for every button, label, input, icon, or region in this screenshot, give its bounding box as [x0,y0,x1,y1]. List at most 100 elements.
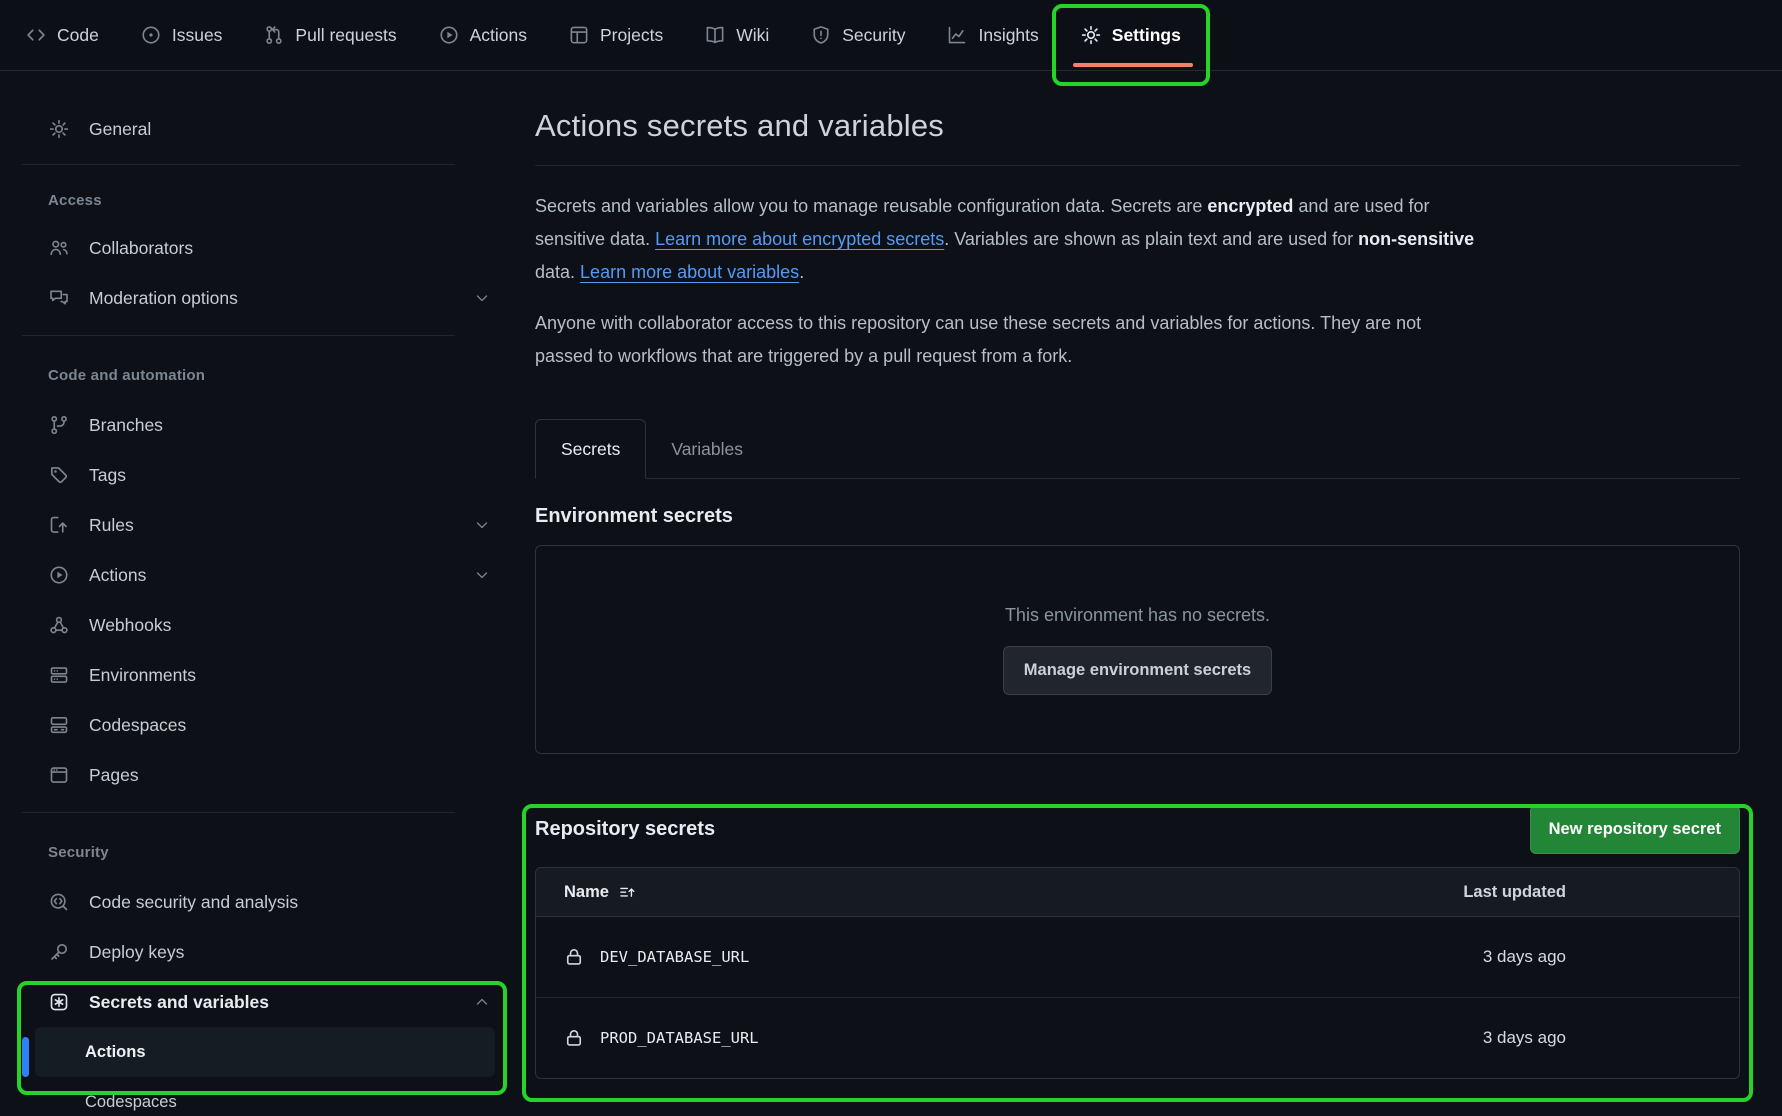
intro-bold-encrypted: encrypted [1207,196,1293,216]
nav-tab-security[interactable]: Security [790,0,926,70]
lock-icon [564,1028,584,1048]
intro-paragraph: Secrets and variables allow you to manag… [535,190,1740,289]
nav-tab-issues[interactable]: Issues [120,0,244,70]
sidebar-item-label: Webhooks [89,615,171,636]
sidebar-item-general[interactable]: General [0,104,510,154]
paragraph-text: passed to workflows that are triggered b… [535,346,1072,366]
tag-icon [48,465,70,485]
column-header-name[interactable]: Name [564,883,1406,902]
empty-state-message: This environment has no secrets. [1005,605,1270,626]
gear-icon [48,119,70,139]
manage-environment-secrets-button[interactable]: Manage environment secrets [1003,646,1272,695]
sidebar-item-label: Environments [89,665,196,686]
row-actions [1566,1028,1739,1049]
divider [22,812,455,813]
intro-text: and are used for [1293,196,1429,216]
intro-text: . [799,262,804,282]
nav-tab-pull-requests[interactable]: Pull requests [243,0,417,70]
nav-tab-label: Insights [978,25,1038,46]
sidebar-subitem-codespaces[interactable]: Codespaces [35,1077,495,1116]
sidebar-item-rules[interactable]: Rules [0,500,510,550]
gear-icon [1081,25,1101,45]
link-variables[interactable]: Learn more about variables [580,262,799,282]
nav-tab-label: Code [57,25,99,46]
chevron-up-icon [474,994,490,1010]
sidebar-section-security: Security [0,832,510,872]
nav-tab-projects[interactable]: Projects [548,0,684,70]
sidebar-item-tags[interactable]: Tags [0,450,510,500]
sidebar-item-collaborators[interactable]: Collaborators [0,223,510,273]
sidebar-item-label: Branches [89,415,163,436]
divider [22,335,455,336]
sidebar-item-label: Actions [85,1043,146,1062]
tab-variables[interactable]: Variables [646,420,768,478]
webhook-icon [48,615,70,635]
tab-secrets[interactable]: Secrets [535,419,646,479]
environment-secrets-heading: Environment secrets [535,505,1740,528]
delete-secret-button[interactable] [1678,1028,1699,1049]
sidebar-item-environments[interactable]: Environments [0,650,510,700]
nav-tab-label: Security [842,25,905,46]
sidebar-item-label: Codespaces [89,715,186,736]
sidebar-subitem-actions[interactable]: Actions [35,1027,495,1077]
codespaces-icon [48,715,70,735]
sidebar-item-moderation-options[interactable]: Moderation options [0,273,510,323]
sidebar-item-label: Rules [89,515,134,536]
sidebar-item-label: Secrets and variables [89,992,269,1013]
link-encrypted-secrets[interactable]: Learn more about encrypted secrets [655,229,944,249]
secret-name-cell: PROD_DATABASE_URL [564,1028,1406,1048]
settings-sidebar: General Access Collaborators Moderation … [0,70,510,1116]
repository-secrets-header: Repository secrets New repository secret [535,805,1740,854]
secret-name: PROD_DATABASE_URL [600,1029,759,1047]
delete-secret-button[interactable] [1678,947,1699,968]
sidebar-item-label: Tags [89,465,126,486]
table-header-row: Name Last updated [536,868,1739,917]
code-icon [26,25,46,45]
edit-secret-button[interactable] [1621,1028,1642,1049]
sidebar-item-deploy-keys[interactable]: Deploy keys [0,927,510,977]
page-title: Actions secrets and variables [535,108,1740,144]
nav-tab-label: Pull requests [295,25,396,46]
sidebar-item-pages[interactable]: Pages [0,750,510,800]
table-row: PROD_DATABASE_URL 3 days ago [536,997,1739,1078]
sidebar-item-codespaces[interactable]: Codespaces [0,700,510,750]
sidebar-item-webhooks[interactable]: Webhooks [0,600,510,650]
issue-opened-icon [141,25,161,45]
chevron-down-icon [474,567,490,583]
sidebar-item-actions[interactable]: Actions [0,550,510,600]
sidebar-item-label: Collaborators [89,238,193,259]
intro-text: Secrets and variables allow you to manag… [535,196,1207,216]
github-settings-page: Code Issues Pull requests Actions Projec… [0,0,1782,1116]
git-branch-icon [48,415,70,435]
graph-icon [947,25,967,45]
sidebar-item-label: General [89,119,151,140]
sidebar-item-secrets-and-variables[interactable]: Secrets and variables [0,977,510,1027]
repository-secrets-heading: Repository secrets [535,818,715,841]
new-repository-secret-button[interactable]: New repository secret [1530,805,1740,854]
secret-name: DEV_DATABASE_URL [600,948,749,966]
column-header-last-updated: Last updated [1406,883,1566,902]
comment-discussion-icon [48,288,70,308]
nav-tab-label: Settings [1112,25,1181,46]
intro-text: sensitive data. [535,229,655,249]
table-icon [569,25,589,45]
nav-tab-code[interactable]: Code [5,0,120,70]
intro-text: data. [535,262,580,282]
server-icon [48,665,70,685]
nav-tab-insights[interactable]: Insights [926,0,1059,70]
play-circle-icon [439,25,459,45]
sidebar-item-label: Moderation options [89,288,238,309]
nav-tab-wiki[interactable]: Wiki [684,0,790,70]
sidebar-item-branches[interactable]: Branches [0,400,510,450]
edit-secret-button[interactable] [1621,947,1642,968]
sidebar-item-code-security[interactable]: Code security and analysis [0,877,510,927]
repo-nav: Code Issues Pull requests Actions Projec… [0,0,1782,71]
last-updated-value: 3 days ago [1406,947,1566,967]
nav-tab-actions[interactable]: Actions [418,0,548,70]
key-icon [48,942,70,962]
lock-icon [564,947,584,967]
nav-tab-settings[interactable]: Settings [1060,0,1202,70]
active-tab-underline [1073,63,1193,67]
shield-icon [811,25,831,45]
nav-tab-label: Actions [470,25,527,46]
